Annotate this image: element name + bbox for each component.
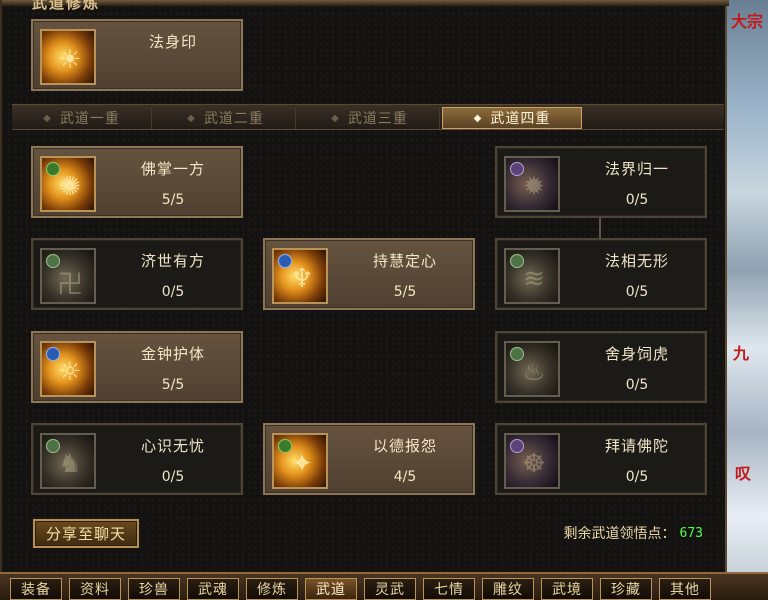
nav-equipment[interactable]: 装备 [10,578,62,600]
virtue-icon: ✦ [272,433,328,489]
points-label: 剩余武道领悟点： [563,526,676,542]
skill-name: 以德报怨 [372,437,437,455]
nav-engraving[interactable]: 雕纹 [482,578,534,600]
skill-card-sheshen[interactable]: ♨ 舍身饲虎 0/5 [495,331,707,403]
wisdom-heart-icon: ♆ [272,248,328,304]
skill-level: 5/5 [161,377,185,393]
nav-collection[interactable]: 珍藏 [600,578,652,600]
skill-card-yide[interactable]: ✦ 以德报怨 4/5 [263,423,475,495]
tab-tier-3[interactable]: ◆ 武道三重 [300,107,440,129]
golden-seal-icon: ☀ [40,29,96,85]
tab-label: 武道四重 [490,111,551,127]
diamond-icon: ◆ [331,112,340,124]
tab-tier-2[interactable]: ◆ 武道二重 [156,107,296,129]
skill-card-fozhang[interactable]: ✺ 佛掌一方 5/5 [31,146,243,218]
diamond-icon: ◆ [43,112,52,124]
martial-path-panel: 武道修炼 ☀ 法身印 ◆ 武道一重 ◆ 武道二重 ◆ 武道三重 ◆ 武道四重 ✺… [0,0,729,572]
buddha-palm-icon: ✺ [40,156,96,212]
nav-pets[interactable]: 珍兽 [128,578,180,600]
skill-name: 心识无忧 [140,437,205,455]
skill-card-jinzhong[interactable]: ☼ 金钟护体 5/5 [31,331,243,403]
tab-label: 武道一重 [59,111,120,127]
skill-level: 0/5 [625,284,649,300]
tier-tab-bar: ◆ 武道一重 ◆ 武道二重 ◆ 武道三重 ◆ 武道四重 [12,104,724,130]
remaining-points: 剩余武道领悟点： 673 [564,522,703,544]
diamond-icon: ◆ [187,112,196,124]
skill-card-baiqing[interactable]: ☸ 拜请佛陀 0/5 [495,423,707,495]
game-scene-background: 大宗 九 叹 [727,0,768,600]
nav-martial-soul[interactable]: 武魂 [187,578,239,600]
skill-card-chihui[interactable]: ♆ 持慧定心 5/5 [263,238,475,310]
scene-text-fragment: 大宗 [731,12,764,31]
panel-title-bar [2,0,729,6]
golden-bell-icon: ☼ [40,341,96,397]
nav-profile[interactable]: 资料 [69,578,121,600]
skill-level: 0/5 [625,192,649,208]
skill-level: 0/5 [161,469,185,485]
skill-level: 0/5 [161,284,185,300]
skill-name: 济世有方 [140,252,205,270]
tab-label: 武道二重 [203,111,264,127]
skill-name: 持慧定心 [372,252,437,270]
tiger-icon: ♨ [504,341,560,397]
skill-card-faxiang[interactable]: ≋ 法相无形 0/5 [495,238,707,310]
skill-name: 法界归一 [604,160,669,178]
skill-name: 拜请佛陀 [604,437,669,455]
nav-spirit-weapon[interactable]: 灵武 [364,578,416,600]
buddha-icon: ☸ [504,433,560,489]
mind-icon: ♞ [40,433,96,489]
skill-name: 舍身饲虎 [604,345,669,363]
skill-level: 4/5 [393,469,417,485]
skill-connector [599,217,601,239]
dharma-realm-icon: ✹ [504,156,560,212]
bottom-nav-bar: 装备 资料 珍兽 武魂 修炼 武道 灵武 七情 雕纹 武境 珍藏 其他 [0,572,768,600]
points-value: 673 [679,525,703,541]
skill-level: 5/5 [393,284,417,300]
skill-card-fajie[interactable]: ✹ 法界归一 0/5 [495,146,707,218]
share-to-chat-button[interactable]: 分享至聊天 [33,519,139,548]
skill-card-jishi[interactable]: 卍 济世有方 0/5 [31,238,243,310]
skill-name: 金钟护体 [140,345,205,363]
skill-level: 0/5 [625,469,649,485]
nav-cultivation[interactable]: 修炼 [246,578,298,600]
scene-text-fragment: 九 [733,344,750,363]
skill-card-fashenyin[interactable]: ☀ 法身印 [31,19,243,91]
formless-icon: ≋ [504,248,560,304]
diamond-icon: ◆ [473,112,483,124]
skill-name: 佛掌一方 [140,160,205,178]
tab-tier-1[interactable]: ◆ 武道一重 [12,107,152,129]
nav-other[interactable]: 其他 [659,578,711,600]
skill-card-xinshi[interactable]: ♞ 心识无忧 0/5 [31,423,243,495]
panel-title: 武道修炼 [32,0,101,12]
tab-tier-4[interactable]: ◆ 武道四重 [442,107,582,129]
nav-seven-emotions[interactable]: 七情 [423,578,475,600]
nav-martial-realm[interactable]: 武境 [541,578,593,600]
scene-text-fragment: 叹 [735,464,752,483]
skill-level: 5/5 [161,192,185,208]
skill-level: 0/5 [625,377,649,393]
tab-label: 武道三重 [347,111,408,127]
skill-name: 法相无形 [604,252,669,270]
skill-name: 法身印 [148,33,197,51]
nav-martial-path[interactable]: 武道 [305,578,357,600]
swastika-icon: 卍 [40,248,96,304]
